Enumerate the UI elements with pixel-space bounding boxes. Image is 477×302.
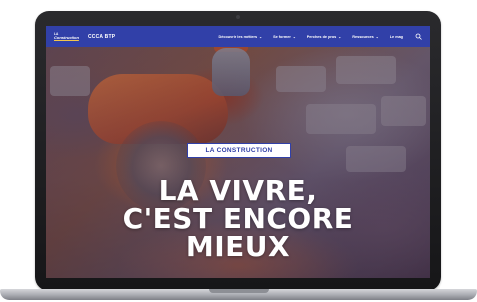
laptop-notch (209, 289, 269, 293)
nav-item-label: Découvrir les métiers (218, 34, 258, 39)
main-nav: Découvrir les métiers ⌄ Se former ⌄ Perc… (208, 33, 422, 40)
laptop-lid: LA Construction CCCA BTP Découvrir les m… (35, 11, 441, 291)
nav-item-ressources[interactable]: Ressources ⌄ (352, 35, 378, 39)
chevron-down-icon: ⌄ (375, 34, 379, 39)
chevron-down-icon: ⌄ (259, 34, 263, 39)
laptop-base (0, 289, 477, 300)
headline-line-1: LA VIVRE, (158, 174, 318, 207)
nav-item-le-mag[interactable]: Le mag (390, 35, 403, 39)
nav-item-label: Se former (273, 34, 291, 39)
site-logo[interactable]: LA Construction (54, 30, 82, 44)
search-icon[interactable] (415, 33, 422, 40)
laptop-screen: LA Construction CCCA BTP Découvrir les m… (46, 26, 430, 278)
chevron-down-icon: ⌄ (292, 34, 296, 39)
nav-item-label: Perches de pros (306, 34, 337, 39)
nav-item-se-former[interactable]: Se former ⌄ (273, 35, 296, 39)
camera-icon (236, 15, 240, 19)
nav-item-metiers[interactable]: Découvrir les métiers ⌄ (219, 35, 263, 39)
nav-item-paroles[interactable]: Perches de pros ⌄ (307, 35, 341, 39)
nav-item-label: Le mag (389, 34, 403, 39)
device-mockup: LA Construction CCCA BTP Découvrir les m… (0, 0, 477, 302)
hero-badge: LA CONSTRUCTION (187, 143, 291, 158)
nav-item-label: Ressources (352, 34, 374, 39)
chevron-down-icon: ⌄ (338, 34, 342, 39)
headline-line-3: MIEUX (185, 230, 291, 263)
headline-line-2: C'EST ENCORE (122, 202, 354, 235)
hero-headline: LA VIVRE, C'EST ENCORE MIEUX (46, 177, 430, 261)
site-header: LA Construction CCCA BTP Découvrir les m… (46, 26, 430, 47)
partner-logo[interactable]: CCCA BTP (88, 34, 115, 40)
logo-main-text: Construction (54, 35, 79, 41)
